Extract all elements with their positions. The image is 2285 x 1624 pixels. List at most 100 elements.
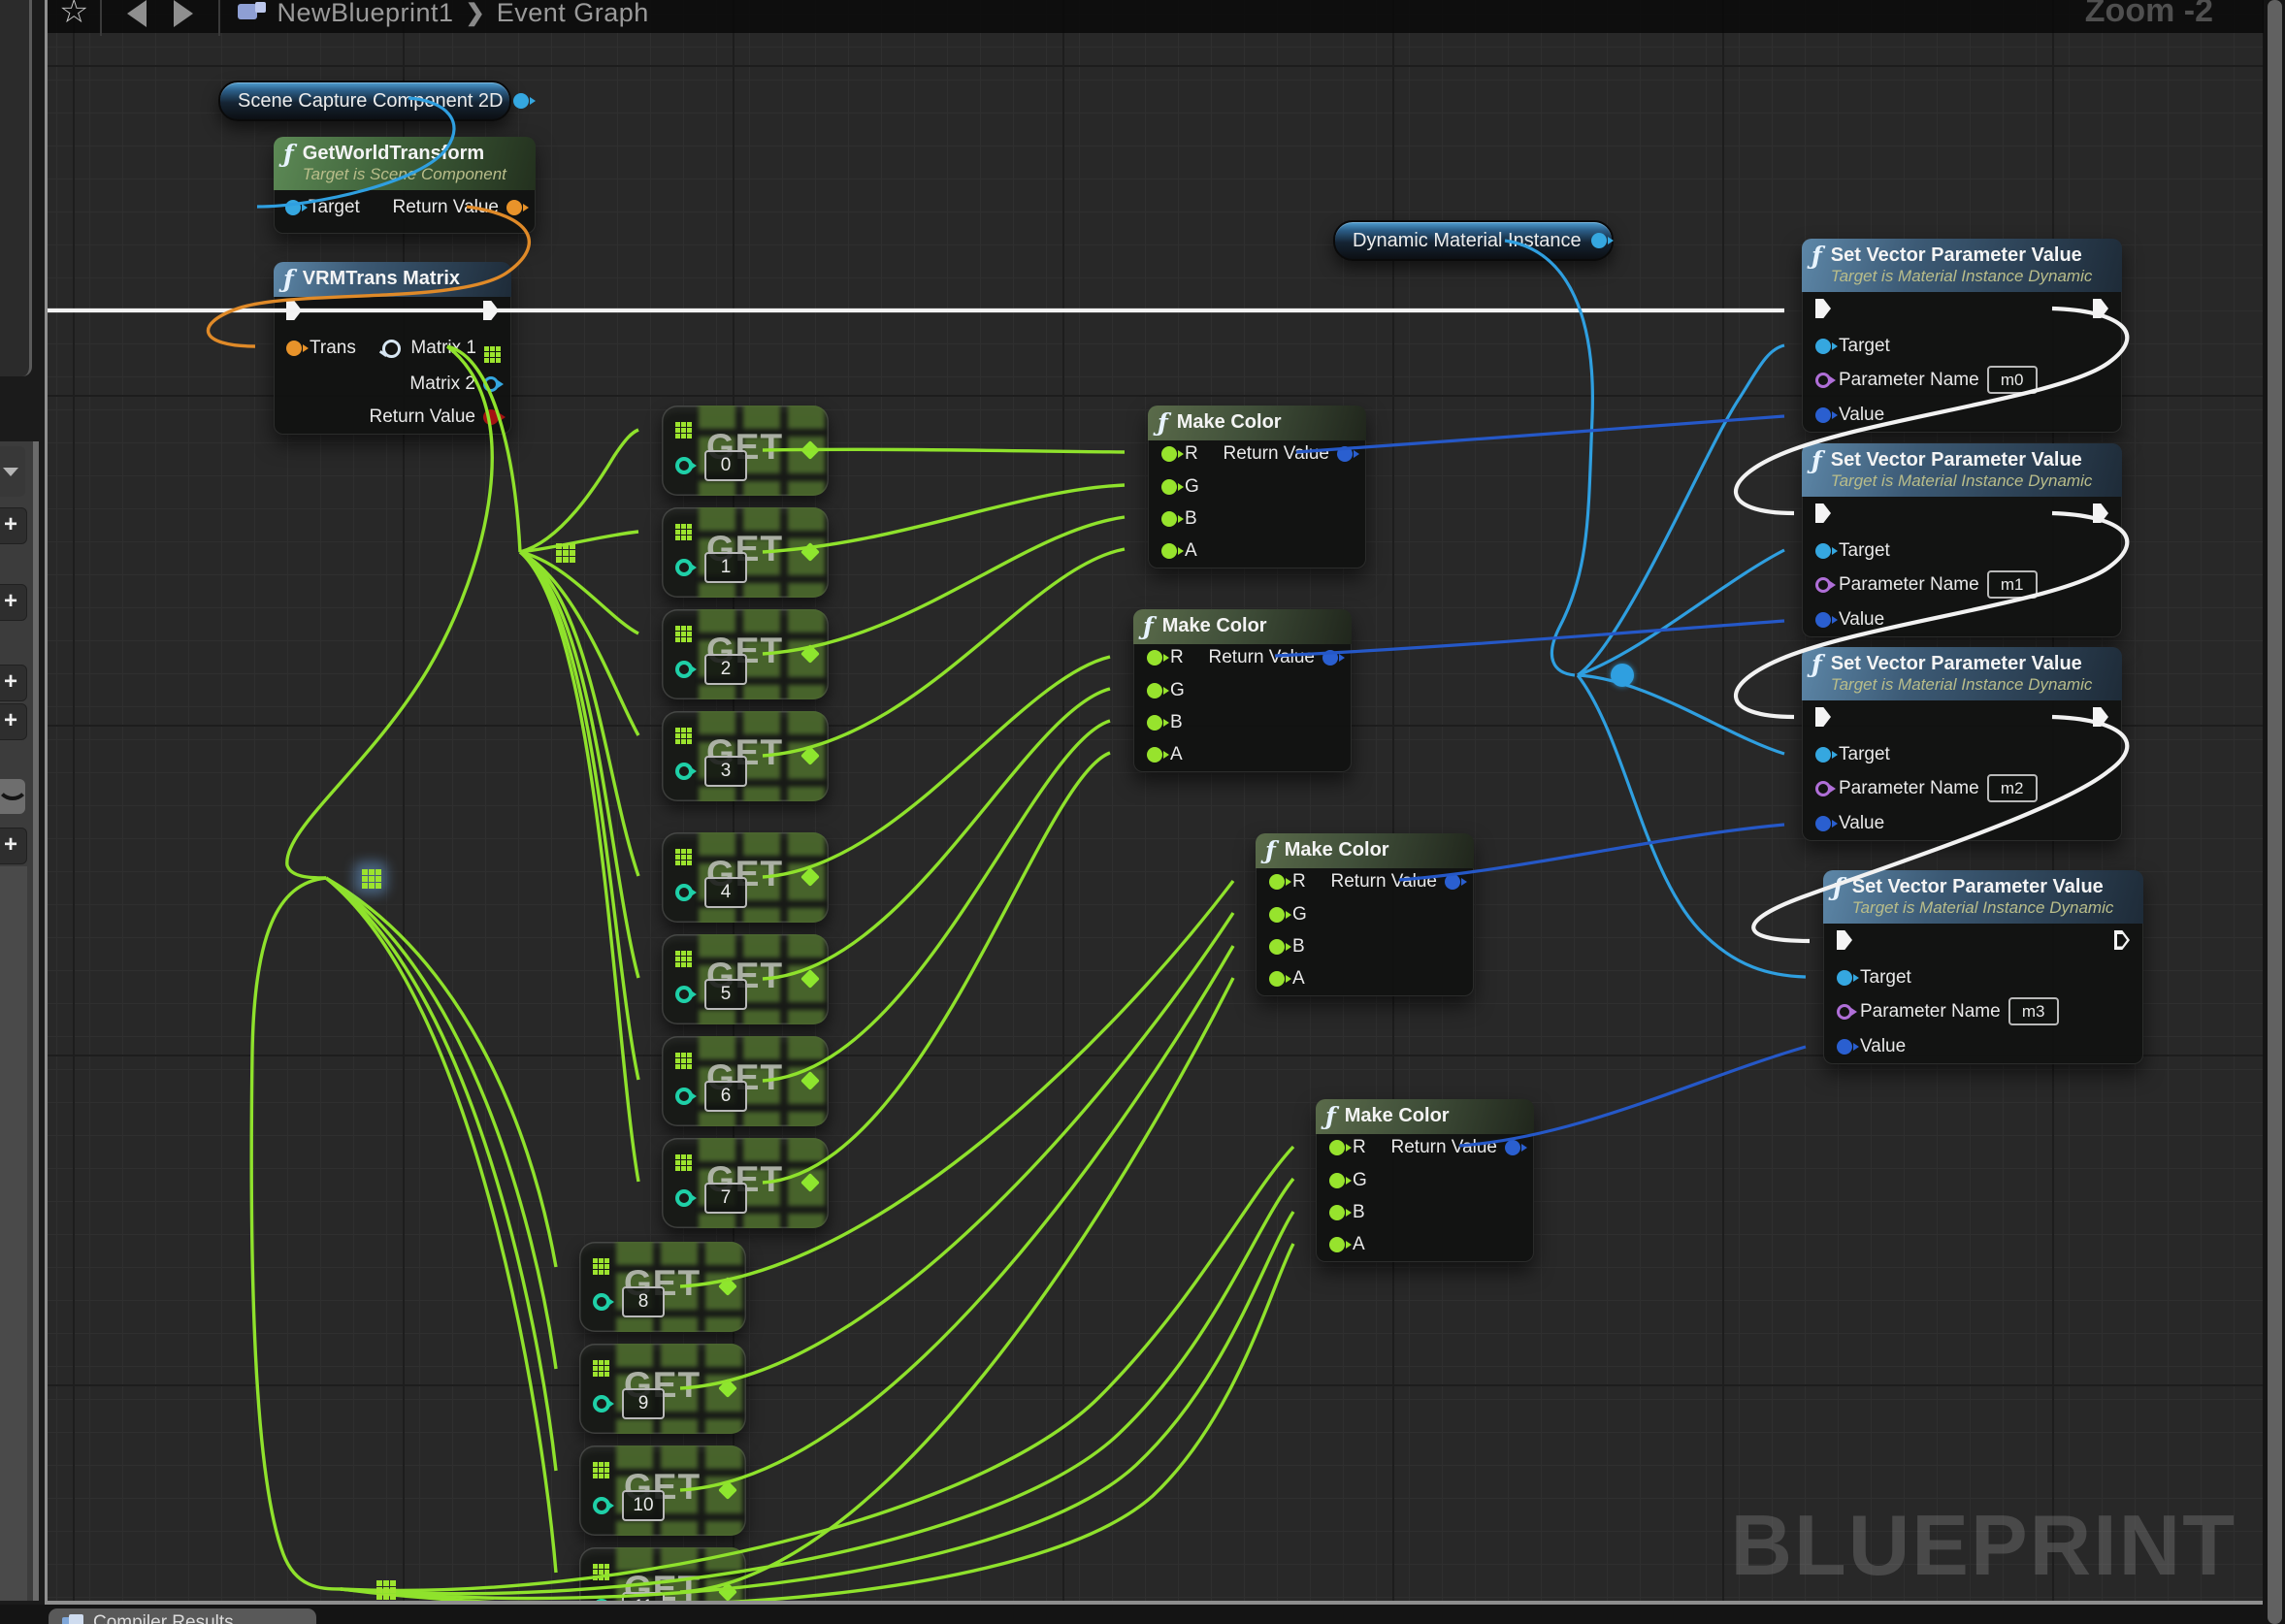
- pin-b[interactable]: B: [1329, 1202, 1365, 1223]
- index-pin[interactable]: [675, 763, 693, 780]
- pin-b[interactable]: B: [1269, 936, 1305, 958]
- node-set-vector-parameter-m3[interactable]: ƒ Set Vector Parameter Value Target is M…: [1823, 870, 2143, 1064]
- float-pin[interactable]: [1147, 715, 1162, 731]
- node-make-color-4[interactable]: ƒ Make Color R G B A Return Value: [1316, 1099, 1534, 1262]
- index-input[interactable]: 6: [704, 1081, 747, 1112]
- color-pin[interactable]: [1815, 612, 1831, 628]
- breadcrumb-graph[interactable]: Event Graph: [497, 0, 649, 28]
- pin-a[interactable]: A: [1269, 968, 1305, 990]
- array-input-pin[interactable]: [675, 1053, 680, 1057]
- float-pin[interactable]: [1147, 747, 1162, 763]
- reroute-node-array-3[interactable]: [376, 1580, 382, 1586]
- reroute-node-array-2[interactable]: [362, 869, 368, 875]
- favorite-star-icon[interactable]: ☆: [59, 0, 88, 31]
- object-pin[interactable]: [1815, 543, 1831, 559]
- node-get-array-6[interactable]: GET 6: [662, 1036, 829, 1126]
- add-graph-button[interactable]: +: [0, 507, 27, 544]
- node-get-array-1[interactable]: GET 1: [662, 507, 829, 598]
- index-pin[interactable]: [675, 661, 693, 678]
- pin-r[interactable]: R: [1269, 871, 1306, 893]
- color-pin[interactable]: [1337, 446, 1353, 462]
- breadcrumb-blueprint[interactable]: NewBlueprint1: [277, 0, 453, 28]
- float-pin[interactable]: [1147, 683, 1162, 698]
- return-pin[interactable]: [483, 409, 499, 425]
- parameter-name-input[interactable]: m1: [1987, 570, 2038, 599]
- node-set-vector-parameter-m1[interactable]: ƒ Set Vector Parameter Value Target is M…: [1802, 443, 2122, 637]
- node-get-array-11[interactable]: GET 11: [579, 1547, 746, 1605]
- pin-value[interactable]: Value: [1815, 609, 1884, 631]
- pin-return-value[interactable]: Return Value: [1209, 647, 1339, 668]
- color-pin[interactable]: [1322, 650, 1338, 666]
- index-pin[interactable]: [675, 986, 693, 1003]
- index-pin[interactable]: [675, 1189, 693, 1207]
- pin-matrix-1[interactable]: Matrix 1: [382, 338, 501, 359]
- object-pin[interactable]: [285, 200, 301, 215]
- node-make-color-3[interactable]: ƒ Make Color R G B A Return Value: [1256, 833, 1474, 996]
- index-pin[interactable]: [675, 884, 693, 901]
- array-input-pin[interactable]: [593, 1564, 598, 1569]
- exec-in-pin[interactable]: [1815, 503, 1831, 523]
- pin-r[interactable]: R: [1147, 647, 1184, 668]
- forward-icon[interactable]: [174, 0, 193, 27]
- object-pin[interactable]: [1815, 747, 1831, 763]
- pin-return-value[interactable]: Return Value: [393, 197, 523, 218]
- pin-g[interactable]: G: [1161, 476, 1199, 498]
- index-input[interactable]: 4: [704, 877, 747, 908]
- node-get-array-4[interactable]: GET 4: [662, 832, 829, 923]
- index-input[interactable]: 1: [704, 552, 747, 583]
- node-get-array-5[interactable]: GET 5: [662, 934, 829, 1024]
- pin-target[interactable]: Target: [285, 197, 360, 218]
- exec-in-pin[interactable]: [1815, 707, 1831, 727]
- node-set-vector-parameter-m2[interactable]: ƒ Set Vector Parameter Value Target is M…: [1802, 647, 2122, 841]
- pin-matrix-2[interactable]: Matrix 2: [409, 374, 499, 395]
- array-input-pin[interactable]: [675, 849, 680, 854]
- add-function-button[interactable]: +: [0, 584, 27, 621]
- float-pin[interactable]: [1269, 907, 1285, 923]
- name-pin[interactable]: [1837, 1004, 1852, 1020]
- color-pin[interactable]: [1505, 1140, 1520, 1155]
- node-get-array-8[interactable]: GET 8: [579, 1242, 746, 1332]
- float-pin[interactable]: [1161, 543, 1177, 559]
- pin-g[interactable]: G: [1147, 680, 1185, 701]
- index-input[interactable]: 3: [704, 756, 747, 787]
- color-pin[interactable]: [1815, 816, 1831, 831]
- pin-g[interactable]: G: [1269, 904, 1307, 926]
- color-pin[interactable]: [1837, 1039, 1852, 1055]
- pin-value[interactable]: Value: [1815, 405, 1884, 426]
- pin-parameter-name[interactable]: Parameter Namem3: [1837, 997, 2059, 1025]
- reroute-node-array-1[interactable]: [556, 543, 562, 549]
- float-pin[interactable]: [1269, 939, 1285, 955]
- pin-target[interactable]: Target: [1837, 967, 1911, 989]
- node-get-array-0[interactable]: GET 0: [662, 406, 829, 496]
- pin-target[interactable]: Target: [1815, 540, 1890, 562]
- array-pin[interactable]: [484, 346, 489, 351]
- object-pin[interactable]: [1837, 970, 1852, 986]
- magnifier-icon[interactable]: [382, 340, 401, 358]
- object-output-pin[interactable]: [1591, 233, 1607, 248]
- pin-a[interactable]: A: [1147, 744, 1183, 765]
- node-make-color-2[interactable]: ƒ Make Color R G B A Return Value: [1133, 609, 1352, 772]
- float-pin[interactable]: [1147, 650, 1162, 666]
- object-pin[interactable]: [483, 376, 499, 392]
- name-pin[interactable]: [1815, 781, 1831, 796]
- variable-type-icon[interactable]: [0, 779, 25, 814]
- array-input-pin[interactable]: [593, 1258, 598, 1263]
- pin-return-value[interactable]: Return Value: [1224, 443, 1354, 465]
- pin-parameter-name[interactable]: Parameter Namem2: [1815, 774, 2038, 802]
- node-get-array-2[interactable]: GET 2: [662, 609, 829, 699]
- node-get-array-7[interactable]: GET 7: [662, 1138, 829, 1228]
- parameter-name-input[interactable]: m3: [2008, 997, 2059, 1025]
- transform-pin[interactable]: [506, 200, 522, 215]
- index-input[interactable]: 9: [622, 1388, 665, 1419]
- pin-return-value[interactable]: Return Value: [370, 406, 500, 428]
- index-pin[interactable]: [675, 1088, 693, 1105]
- array-input-pin[interactable]: [593, 1360, 598, 1365]
- pin-a[interactable]: A: [1161, 540, 1197, 562]
- index-input[interactable]: 7: [704, 1183, 747, 1214]
- dropdown-button[interactable]: [0, 446, 25, 497]
- object-output-pin[interactable]: [513, 93, 529, 109]
- pin-parameter-name[interactable]: Parameter Namem1: [1815, 570, 2038, 599]
- pin-return-value[interactable]: Return Value: [1331, 871, 1461, 893]
- index-pin[interactable]: [593, 1395, 610, 1413]
- float-pin[interactable]: [1329, 1237, 1345, 1252]
